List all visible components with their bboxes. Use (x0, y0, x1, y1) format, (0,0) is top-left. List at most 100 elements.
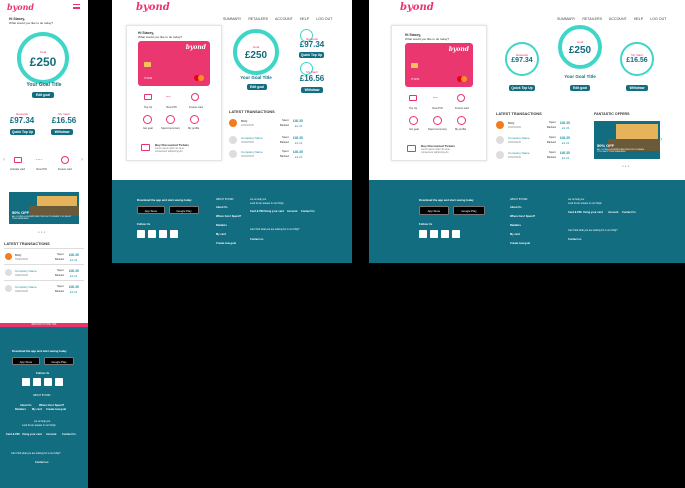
appstore-button[interactable]: App Store (419, 206, 449, 215)
contact-link[interactable]: Contact us (250, 238, 263, 241)
quick-topup-button[interactable]: Quick Top Up (509, 85, 535, 91)
offer-next-icon[interactable]: › (660, 136, 662, 143)
topup-icon[interactable] (409, 95, 417, 101)
nav-summary[interactable]: SUMMARY (223, 17, 241, 21)
linkedin-icon[interactable] (170, 230, 178, 238)
pin-icon[interactable]: **** (166, 95, 171, 99)
desktop-footer-1: Download the app and start saving today … (112, 180, 352, 263)
profile-icon[interactable] (457, 116, 466, 125)
withdraw-button[interactable]: Withdraw (301, 87, 323, 93)
footer-link[interactable]: Create new goal (46, 408, 66, 411)
footer-link[interactable]: Where Can I Spend? (39, 404, 64, 407)
twitter-icon[interactable] (33, 378, 41, 386)
footer-link[interactable]: Create new goal (216, 242, 236, 245)
googleplay-button[interactable]: Google Play (453, 206, 485, 215)
goal-icon[interactable] (409, 116, 418, 125)
linkedin-icon[interactable] (55, 378, 63, 386)
snowflake-icon[interactable] (457, 94, 465, 102)
carousel-right-icon[interactable]: › (81, 157, 83, 163)
bank-card[interactable]: byond 0*1234 (405, 43, 473, 87)
googleplay-button[interactable]: Google Play (169, 206, 199, 214)
cant-find-text: Can't find what you are looking for in o… (568, 229, 618, 232)
nav-retailers[interactable]: RETAILERS (248, 17, 268, 21)
footer-link[interactable]: Card & PIN (6, 433, 20, 436)
carousel-left-icon[interactable]: ‹ (3, 157, 5, 163)
footer-link[interactable]: Retailers (216, 224, 227, 227)
summary-icon[interactable] (166, 115, 175, 124)
footer-link[interactable]: My card (32, 408, 42, 411)
nav-logout[interactable]: LOG OUT (316, 17, 332, 21)
facebook-icon[interactable] (419, 230, 427, 238)
footer-link[interactable]: Card & PIN (568, 211, 582, 214)
instagram-icon[interactable] (441, 230, 449, 238)
footer-link[interactable]: Account (46, 433, 56, 436)
nav-help[interactable]: HELP (634, 17, 643, 21)
quick-topup-button[interactable]: Quick Top Up (299, 52, 324, 58)
snowflake-icon[interactable] (191, 93, 199, 101)
facebook-icon[interactable] (22, 378, 30, 386)
spent-label: Spent (282, 119, 289, 122)
footer-link[interactable]: Using your card (264, 210, 284, 213)
footer-link[interactable]: Using your card (22, 433, 42, 436)
footer-link[interactable]: Using your card (583, 211, 603, 214)
footer-link[interactable]: My card (216, 233, 226, 236)
snowflake-icon[interactable] (61, 156, 69, 164)
nav-summary[interactable]: SUMMARY (557, 17, 575, 21)
footer-link[interactable]: Account (608, 211, 618, 214)
goal-icon[interactable] (143, 115, 152, 124)
pin-icon[interactable]: **** (433, 96, 438, 100)
footer-link[interactable]: Account (287, 210, 297, 213)
logo[interactable]: byond (136, 2, 170, 13)
facebook-icon[interactable] (137, 230, 145, 238)
offer-banner[interactable]: 50% OFF ALL LIVING & FURNITURE PRODUCTS … (594, 121, 660, 159)
googleplay-button[interactable]: Google Play (44, 357, 74, 365)
spent-value: £40.35 (69, 253, 79, 257)
logo[interactable]: byond (7, 2, 34, 12)
goal-label: Goal (576, 40, 584, 44)
withdraw-button[interactable]: Withdraw (51, 129, 73, 135)
bank-card[interactable]: byond 0*1234 (138, 41, 210, 86)
instagram-icon[interactable] (44, 378, 52, 386)
nav-retailers[interactable]: RETAILERS (582, 17, 602, 21)
footer-link[interactable]: Create new goal (510, 242, 530, 245)
footer-link[interactable]: About Us (216, 206, 228, 209)
view-pin-icon[interactable]: **** (36, 158, 42, 162)
footer-link[interactable]: Card & PIN (250, 210, 264, 213)
summary-icon[interactable] (433, 116, 442, 125)
linkedin-icon[interactable] (452, 230, 460, 238)
banked-value: £1.21 (70, 290, 78, 294)
quick-topup-button[interactable]: Quick Top Up (10, 129, 35, 135)
footer-link[interactable]: Retailers (15, 408, 26, 411)
topup-icon[interactable] (144, 94, 152, 100)
edit-goal-button[interactable]: Edit goal (32, 92, 54, 98)
edit-goal-button[interactable]: Edit goal (247, 84, 267, 90)
activate-card-icon[interactable] (14, 157, 22, 163)
profile-icon[interactable] (190, 115, 199, 124)
footer-link[interactable]: Where Can I Spend? (510, 215, 535, 218)
twitter-icon[interactable] (430, 230, 438, 238)
logo[interactable]: byond (400, 2, 434, 13)
nav-help[interactable]: HELP (300, 17, 309, 21)
footer-link[interactable]: About Us (510, 206, 522, 209)
footer-link[interactable]: Contact Us (622, 211, 636, 214)
footer-link[interactable]: My card (510, 233, 520, 236)
edit-goal-button[interactable]: Edit goal (570, 85, 590, 91)
contact-link[interactable]: Contact us (568, 238, 581, 241)
nav-logout[interactable]: LOG OUT (650, 17, 666, 21)
footer-link[interactable]: About Us (20, 404, 32, 407)
footer-link[interactable]: Contact Us (62, 433, 76, 436)
appstore-button[interactable]: App Store (12, 357, 40, 365)
nav-account[interactable]: ACCOUNT (275, 17, 293, 21)
instagram-icon[interactable] (159, 230, 167, 238)
withdraw-button[interactable]: Withdraw (626, 85, 648, 91)
footer-link[interactable]: Retailers (510, 224, 521, 227)
contact-link[interactable]: Contact us (35, 461, 48, 464)
footer-link[interactable]: Contact Us (301, 210, 315, 213)
footer-link[interactable]: Where Can I Spend? (216, 215, 241, 218)
nav-account[interactable]: ACCOUNT (609, 17, 627, 21)
hamburger-menu-icon[interactable] (73, 4, 80, 9)
offer-banner[interactable]: 50% OFF ALL LIVING & FURNITURE PRODUCTS … (9, 192, 79, 224)
mobile-action-label: Activate card (10, 168, 25, 171)
twitter-icon[interactable] (148, 230, 156, 238)
appstore-button[interactable]: App Store (137, 206, 165, 214)
